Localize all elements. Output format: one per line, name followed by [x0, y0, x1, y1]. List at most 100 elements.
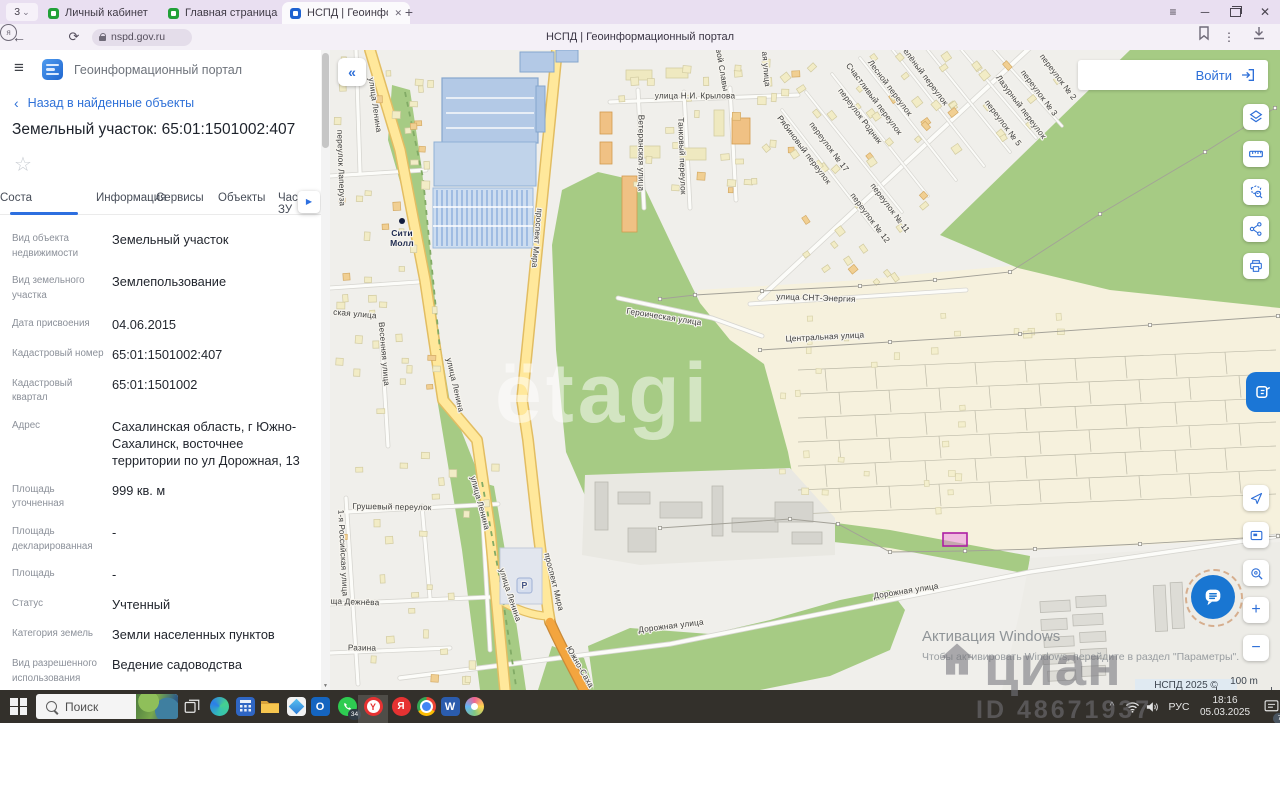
- scale-label: 100 m: [1216, 676, 1272, 687]
- yandex-app-icon[interactable]: Я: [389, 695, 413, 719]
- panel-tab-2[interactable]: Сервисы: [156, 192, 204, 204]
- field-value: Землепользование: [112, 274, 312, 303]
- hamburger-menu-icon[interactable]: ≡: [14, 58, 24, 78]
- field-value: 04.06.2015: [112, 317, 312, 334]
- printer-icon: [1248, 258, 1264, 274]
- search-placeholder: Поиск: [65, 700, 136, 714]
- share-icon: [1248, 221, 1264, 237]
- share-button[interactable]: [1243, 216, 1269, 242]
- search-widget-image[interactable]: [136, 694, 178, 719]
- chat-bubble-icon: [1202, 586, 1224, 608]
- file-explorer-icon[interactable]: [258, 695, 282, 719]
- search-location-icon: [1249, 566, 1264, 581]
- word-icon[interactable]: W: [438, 695, 462, 719]
- browser-menu-icon[interactable]: ≡: [1160, 0, 1186, 24]
- field-value: Ведение садоводства: [112, 657, 312, 686]
- tab-favicon-icon: [48, 8, 59, 19]
- whatsapp-icon[interactable]: 34: [335, 695, 359, 719]
- browser-tab-bar: 3 ⌄ Личный кабинетГлавная страницаНСПД |…: [0, 0, 1280, 24]
- back-to-results-link[interactable]: ‹ Назад в найденные объекты: [14, 96, 194, 110]
- url-text: nspd.gov.ru: [111, 31, 165, 43]
- measure-button[interactable]: [1243, 141, 1269, 167]
- favorite-star-icon[interactable]: ☆: [14, 152, 32, 177]
- etagi-watermark: ëtagi: [495, 345, 711, 442]
- scrollbar-down-arrow[interactable]: ▼: [321, 683, 330, 689]
- panel-tabs: ИнформацияСервисыОбъектыЧасти ЗУСоста: [0, 190, 321, 215]
- search-icon: [46, 701, 57, 712]
- zoom-in-button[interactable]: +: [1243, 597, 1269, 623]
- browser-tab[interactable]: НСПД | Геоинформац✕: [282, 2, 410, 24]
- tab-counter[interactable]: 3 ⌄: [6, 3, 38, 21]
- window-close-button[interactable]: ✕: [1252, 0, 1278, 24]
- new-tab-button[interactable]: +: [400, 3, 418, 21]
- outlook-icon[interactable]: O: [308, 695, 332, 719]
- minimap-button[interactable]: [1243, 522, 1269, 548]
- collapse-panel-button[interactable]: «: [338, 58, 366, 86]
- tabs-scroll-right-button[interactable]: ▶: [298, 191, 320, 213]
- widget-pen-icon: [1254, 383, 1272, 401]
- field-row: Вид объекта недвижимостиЗемельный участо…: [12, 232, 318, 261]
- start-button[interactable]: [10, 698, 27, 715]
- calculator-icon[interactable]: [233, 695, 257, 719]
- tab-label: Личный кабинет: [65, 7, 162, 19]
- chrome-icon[interactable]: [414, 695, 438, 719]
- field-row: Вид земельного участкаЗемлепользование: [12, 274, 318, 303]
- street-label: P: [521, 581, 527, 591]
- field-row: Вид разрешенного использованияВедение са…: [12, 657, 318, 686]
- street-label: улица Н.И. Крылова: [655, 92, 736, 101]
- geolocation-button[interactable]: [1243, 485, 1269, 511]
- yandex-browser-icon[interactable]: Y: [361, 695, 385, 719]
- back-button[interactable]: ←: [8, 24, 30, 50]
- panel-tab-3[interactable]: Объекты: [218, 192, 265, 204]
- print-button[interactable]: [1243, 253, 1269, 279]
- paint-icon[interactable]: [462, 695, 486, 719]
- language-indicator[interactable]: РУС: [1164, 690, 1194, 723]
- login-bar[interactable]: Войти: [1078, 60, 1268, 90]
- field-label: Кадастровый квартал: [12, 377, 112, 406]
- login-arrow-icon: [1240, 67, 1256, 83]
- download-icon[interactable]: [1248, 24, 1270, 50]
- navigation-arrow-icon: [1249, 491, 1264, 506]
- task-view-button[interactable]: [180, 695, 204, 719]
- parcel-fields: Вид объекта недвижимостиЗемельный участо…: [12, 232, 318, 690]
- field-value: -: [112, 525, 312, 554]
- field-value: 65:01:1501002:407: [112, 347, 312, 364]
- chat-widget-button[interactable]: [1191, 575, 1235, 619]
- field-label: Кадастровый номер: [12, 347, 112, 364]
- coordinate-search-button[interactable]: [1243, 560, 1269, 586]
- window-minimize-button[interactable]: ─: [1192, 0, 1218, 24]
- notification-center-icon[interactable]: 7: [1258, 690, 1280, 723]
- chevron-left-icon: ‹: [14, 97, 19, 109]
- extensions-menu-icon[interactable]: ⋮: [1220, 24, 1238, 50]
- selected-parcel[interactable]: [943, 533, 967, 546]
- taskbar-search[interactable]: Поиск: [36, 694, 178, 719]
- sidebar-scrollbar[interactable]: ▼: [321, 50, 330, 690]
- frame-icon: [1249, 528, 1264, 543]
- tab-label: НСПД | Геоинформац: [307, 7, 388, 19]
- bookmark-icon[interactable]: [1194, 24, 1214, 50]
- photos-app-icon[interactable]: [284, 695, 308, 719]
- edge-icon[interactable]: [207, 695, 231, 719]
- field-label: Вид объекта недвижимости: [12, 232, 112, 261]
- browser-tab[interactable]: Личный кабинет: [40, 2, 170, 24]
- map-canvas[interactable]: улица Н.И. КрыловаВетеранская улицаТанко…: [330, 50, 1280, 690]
- scale-bar: 100 m: [1216, 676, 1272, 690]
- portal-logo-icon: [42, 59, 63, 80]
- field-value: Сахалинская область, г Южно-Сахалинск, в…: [112, 419, 312, 470]
- portal-title: Геоинформационный портал: [74, 63, 242, 77]
- area-select-button[interactable]: [1243, 179, 1269, 205]
- cian-watermark: циан: [934, 638, 1122, 694]
- browser-tab[interactable]: Главная страница: [160, 2, 294, 24]
- reload-button[interactable]: ⟳: [64, 24, 84, 50]
- clock[interactable]: 18:16 05.03.2025: [1194, 690, 1256, 723]
- widget-side-tab[interactable]: [1246, 372, 1280, 412]
- address-bar[interactable]: nspd.gov.ru: [92, 29, 192, 46]
- window-restore-button[interactable]: [1222, 0, 1248, 24]
- layers-button[interactable]: [1243, 104, 1269, 130]
- field-row: АдресСахалинская область, г Южно-Сахалин…: [12, 419, 318, 470]
- field-label: Вид земельного участка: [12, 274, 112, 303]
- cian-watermark-id: ID 48671937: [976, 696, 1152, 725]
- panel-tab-5[interactable]: Соста: [0, 192, 32, 204]
- desktop-margin: [0, 723, 1280, 800]
- scrollbar-thumb[interactable]: [322, 53, 329, 148]
